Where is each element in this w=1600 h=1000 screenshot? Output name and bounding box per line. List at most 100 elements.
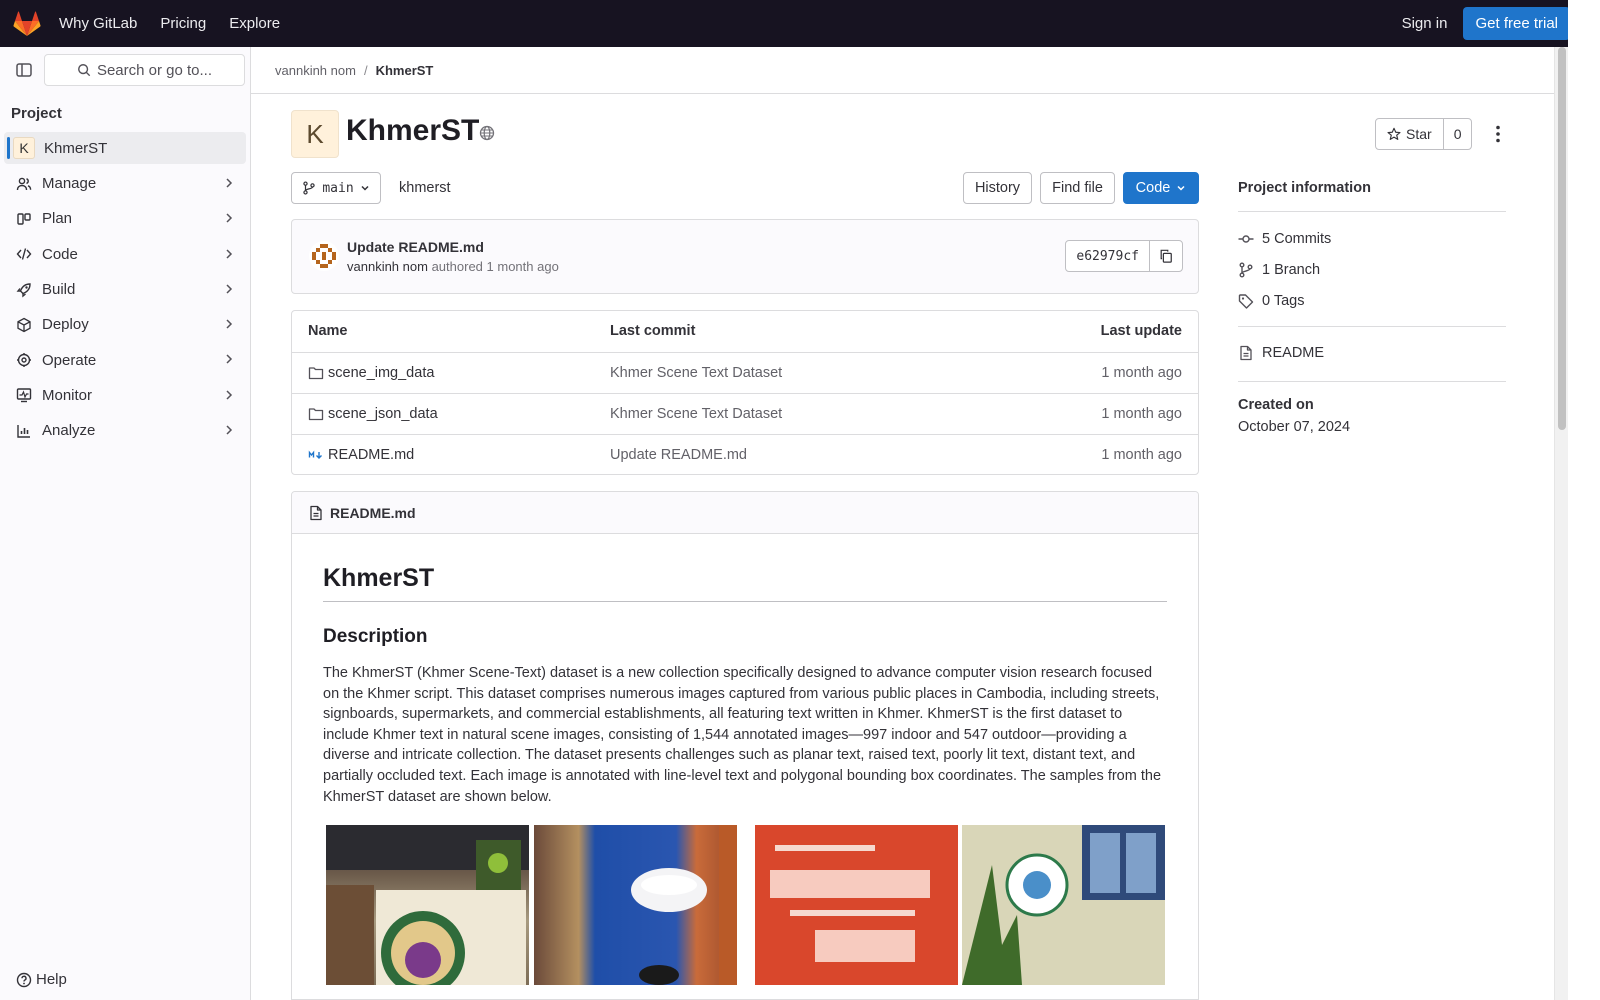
branch-selector[interactable]: main — [291, 172, 381, 204]
chevron-right-icon — [226, 390, 233, 400]
sidebar-item-deploy[interactable]: Deploy — [0, 307, 250, 342]
commit-sha-group: e62979cf — [1065, 240, 1183, 272]
code-dropdown-button[interactable]: Code — [1123, 172, 1199, 204]
sidebar-item-operate[interactable]: Operate — [0, 342, 250, 377]
commit-authored-word: authored — [431, 259, 483, 274]
readme-link-label: README — [1262, 345, 1325, 361]
copy-icon[interactable] — [1150, 241, 1182, 271]
table-row[interactable]: scene_json_data Khmer Scene Text Dataset… — [292, 393, 1198, 434]
header-name: Name — [308, 323, 348, 339]
file-last-commit[interactable]: Update README.md — [610, 447, 747, 463]
breadcrumb: vannkinh nom / KhmerST — [251, 47, 1554, 94]
scrollbar-thumb[interactable] — [1558, 47, 1566, 430]
chart-icon — [15, 422, 33, 440]
readme-panel: README.md KhmerST Description The KhmerS… — [291, 491, 1199, 1000]
commits-link[interactable]: 5 Commits — [1238, 231, 1331, 247]
header-last-commit: Last commit — [610, 323, 696, 339]
star-button[interactable]: Star — [1376, 119, 1444, 149]
chevron-right-icon — [226, 178, 233, 188]
project-info-title: Project information — [1238, 180, 1371, 196]
get-free-trial-button[interactable]: Get free trial — [1463, 7, 1570, 40]
table-row[interactable]: scene_img_data Khmer Scene Text Dataset … — [292, 352, 1198, 393]
sidebar-toggle-icon[interactable] — [12, 58, 36, 82]
gitlab-logo-icon[interactable] — [13, 11, 41, 37]
branches-link[interactable]: 1 Branch — [1238, 262, 1320, 278]
created-on-label: Created on — [1238, 397, 1314, 413]
branch-label: main — [322, 180, 354, 196]
more-actions-icon[interactable] — [1488, 122, 1508, 146]
nav-explore[interactable]: Explore — [229, 15, 280, 32]
plan-icon — [15, 210, 33, 228]
file-last-commit[interactable]: Khmer Scene Text Dataset — [610, 406, 782, 422]
page-title: KhmerST — [346, 114, 480, 147]
breadcrumb-separator: / — [363, 62, 368, 78]
file-name[interactable]: README.md — [328, 447, 414, 463]
commits-count: 5 Commits — [1262, 231, 1332, 247]
sidebar-item-project[interactable]: K KhmerST — [4, 132, 246, 164]
sidebar-item-build[interactable]: Build — [0, 272, 250, 307]
sidebar-item-label: Analyze — [42, 422, 96, 440]
commit-author[interactable]: vannkinh nom — [347, 259, 428, 274]
sidebar-item-plan[interactable]: Plan — [0, 201, 250, 236]
sidebar-item-label: Plan — [42, 210, 73, 228]
search-button[interactable]: Search or go to... — [44, 54, 245, 86]
help-button[interactable]: Help — [16, 971, 67, 988]
code-button-label: Code — [1135, 180, 1171, 196]
sidebar-item-code[interactable]: Code — [0, 237, 250, 272]
document-icon — [1238, 345, 1254, 361]
code-icon — [15, 245, 33, 263]
commit-time: 1 month ago — [486, 259, 559, 274]
project-avatar: K — [13, 137, 35, 159]
chevron-right-icon — [226, 249, 233, 259]
operate-icon — [15, 351, 33, 369]
repo-path[interactable]: khmerst — [399, 180, 451, 196]
breadcrumb-owner[interactable]: vannkinh nom — [275, 63, 356, 78]
commit-meta: vannkinh nom authored 1 month ago — [347, 259, 559, 274]
last-commit-panel: Update README.md vannkinh nom authored 1… — [291, 219, 1199, 294]
file-name[interactable]: scene_img_data — [328, 365, 434, 381]
created-on-date: October 07, 2024 — [1238, 419, 1351, 435]
sidebar-project-label: KhmerST — [44, 139, 108, 157]
readme-link[interactable]: README — [1238, 345, 1324, 361]
branch-icon — [303, 181, 316, 195]
star-icon — [1387, 127, 1401, 140]
project-avatar-large: K — [291, 110, 339, 158]
table-row[interactable]: README.md Update README.md 1 month ago — [292, 434, 1198, 475]
sample-image-sign[interactable] — [755, 825, 958, 985]
users-icon — [15, 175, 33, 193]
folder-icon — [308, 408, 324, 421]
nav-pricing[interactable]: Pricing — [160, 15, 206, 32]
author-avatar[interactable] — [308, 240, 340, 272]
file-tree-table: Name Last commit Last update scene_img_d… — [291, 310, 1199, 475]
sidebar-section-title: Project — [11, 105, 62, 122]
nav-why-gitlab[interactable]: Why GitLab — [59, 15, 137, 32]
deploy-icon — [15, 316, 33, 334]
table-header: Name Last commit Last update — [292, 311, 1198, 352]
sign-in-link[interactable]: Sign in — [1402, 15, 1448, 32]
chevron-right-icon — [226, 284, 233, 294]
globe-icon — [479, 125, 495, 141]
sample-image-supermarket[interactable] — [534, 825, 737, 985]
sidebar-item-label: Monitor — [42, 386, 93, 404]
sample-image-market[interactable] — [326, 825, 529, 985]
sidebar-item-manage[interactable]: Manage — [0, 166, 250, 201]
file-name[interactable]: scene_json_data — [328, 406, 438, 422]
breadcrumb-project[interactable]: KhmerST — [376, 63, 434, 78]
commit-message[interactable]: Update README.md — [347, 239, 484, 255]
readme-filename[interactable]: README.md — [330, 505, 416, 521]
tags-link[interactable]: 0 Tags — [1238, 293, 1304, 309]
page-scrollbar[interactable] — [1554, 47, 1568, 1000]
history-button[interactable]: History — [963, 172, 1032, 204]
chevron-down-icon — [1177, 185, 1185, 191]
sample-image-building[interactable] — [962, 825, 1165, 985]
file-last-commit[interactable]: Khmer Scene Text Dataset — [610, 365, 782, 381]
commit-sha[interactable]: e62979cf — [1066, 241, 1150, 271]
find-file-button[interactable]: Find file — [1040, 172, 1115, 204]
star-count[interactable]: 0 — [1444, 119, 1472, 149]
sidebar-item-label: Manage — [42, 175, 97, 193]
chevron-down-icon — [361, 185, 369, 191]
help-icon — [16, 972, 32, 987]
sidebar-item-monitor[interactable]: Monitor — [0, 378, 250, 413]
sidebar-item-analyze[interactable]: Analyze — [0, 413, 250, 448]
tags-count: 0 Tags — [1262, 293, 1305, 309]
